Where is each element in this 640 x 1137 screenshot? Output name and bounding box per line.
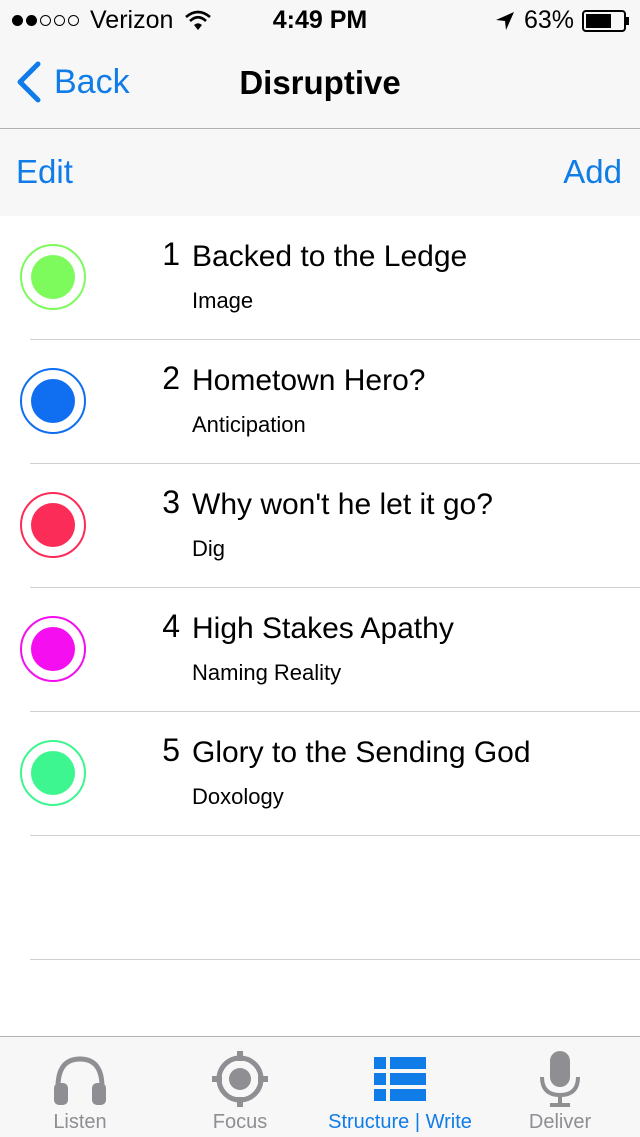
battery-percent: 63% <box>523 6 574 34</box>
tab-focus[interactable]: Focus <box>160 1037 320 1137</box>
item-number: 3 <box>162 484 180 520</box>
row-divider <box>30 959 640 960</box>
empty-row <box>0 836 640 960</box>
item-number: 4 <box>162 608 180 644</box>
item-title: High Stakes Apathy <box>192 612 454 645</box>
item-title: Backed to the Ledge <box>192 240 468 273</box>
item-subtitle: Dig <box>192 536 226 561</box>
item-number: 2 <box>162 360 180 396</box>
add-button[interactable]: Add <box>563 153 622 191</box>
item-title: Hometown Hero? <box>192 364 426 397</box>
list-item[interactable]: 1 Backed to the Ledge Image <box>0 216 640 340</box>
location-arrow-icon <box>495 11 514 30</box>
page-title: Disruptive <box>239 64 401 101</box>
status-bar: Verizon 4:49 PM 63% <box>0 0 640 40</box>
tab-label: Listen <box>53 1111 107 1133</box>
item-title: Why won't he let it go? <box>192 488 493 521</box>
microphone-icon <box>540 1051 580 1107</box>
battery-icon <box>582 9 629 32</box>
color-dot-icon <box>20 740 86 806</box>
status-right: 63% <box>494 6 630 35</box>
tab-listen[interactable]: Listen <box>0 1037 160 1137</box>
toolbar: Edit Add <box>0 129 640 216</box>
list-item[interactable]: 3 Why won't he let it go? Dig <box>0 464 640 588</box>
item-subtitle: Naming Reality <box>192 660 342 685</box>
color-dot-icon <box>20 492 86 558</box>
color-dot-icon <box>20 368 86 434</box>
item-title: Glory to the Sending God <box>192 736 531 769</box>
edit-button[interactable]: Edit <box>16 153 73 191</box>
movement-list: 1 Backed to the Ledge Image 2 Hometown H… <box>0 216 640 960</box>
list-item[interactable]: 2 Hometown Hero? Anticipation <box>0 340 640 464</box>
item-number: 5 <box>162 732 180 768</box>
color-dot-icon <box>20 244 86 310</box>
list-item[interactable]: 4 High Stakes Apathy Naming Reality <box>0 588 640 712</box>
list-item[interactable]: 5 Glory to the Sending God Doxology <box>0 712 640 836</box>
item-number: 1 <box>162 236 180 272</box>
tab-deliver[interactable]: Deliver <box>480 1037 640 1137</box>
item-subtitle: Anticipation <box>192 412 306 437</box>
item-subtitle: Doxology <box>192 784 284 809</box>
tab-bar: Listen Focus Structure | Write Deliver <box>0 1036 640 1137</box>
item-subtitle: Image <box>192 288 254 313</box>
tab-label: Structure | Write <box>328 1111 472 1133</box>
navigation-bar: Back Disruptive <box>0 40 640 129</box>
color-dot-icon <box>20 616 86 682</box>
crosshair-icon <box>212 1051 268 1107</box>
tab-label: Focus <box>212 1111 268 1133</box>
headphones-icon <box>54 1056 106 1105</box>
list-icon <box>374 1057 426 1101</box>
tab-structure-write[interactable]: Structure | Write <box>320 1037 480 1137</box>
tab-label: Deliver <box>528 1111 592 1133</box>
